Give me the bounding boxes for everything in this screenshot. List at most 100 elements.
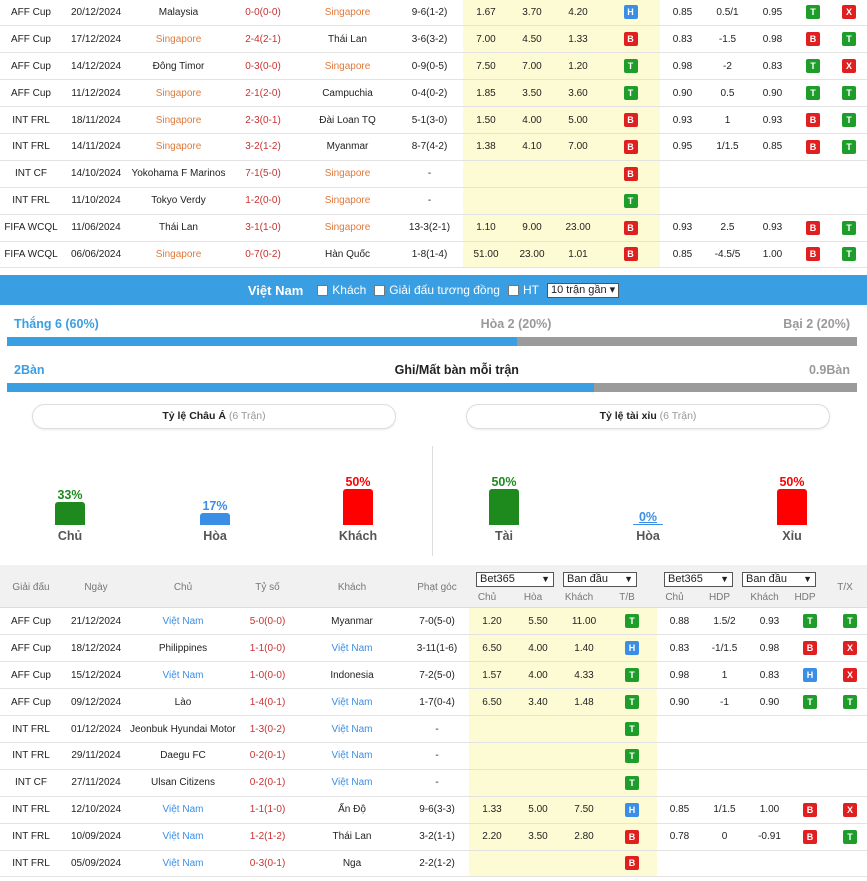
corner-cell: 3-6(3-2)	[396, 25, 463, 54]
ou-result-cell: T	[831, 241, 867, 269]
result-badge: B	[623, 113, 638, 127]
hdp-result-badge: B	[806, 220, 820, 235]
table-row[interactable]: INT FRL 10/09/2024 Việt Nam 1-2(1-2) Thái La…	[0, 823, 867, 851]
ht-checkbox[interactable]	[507, 285, 519, 297]
odds-draw-cell: 4.00	[515, 634, 561, 663]
home-team-cell: Việt Nam	[130, 661, 236, 690]
corner-cell: -	[396, 187, 463, 215]
table-row[interactable]: FIFA WCQL 11/06/2024 Thái Lan 3-1(1-0) Singa…	[0, 214, 867, 242]
away-team-cell: Việt Nam	[299, 742, 405, 770]
table-row[interactable]: AFF Cup 09/12/2024 Lào 1-4(0-1) Việt Nam 1-7(…	[0, 688, 867, 717]
table-row[interactable]: AFF Cup 11/12/2024 Singapore 2-1(2-0) Campuc…	[0, 79, 867, 108]
result-badge: B	[623, 166, 638, 181]
table-row[interactable]: AFF Cup 21/12/2024 Việt Nam 5-0(0-0) Myanmar…	[0, 608, 867, 636]
result-cell: B	[601, 160, 660, 188]
away-filter[interactable]: Khách	[317, 283, 366, 297]
col-odds-away: Khách	[564, 592, 594, 603]
away-team-cell: Hàn Quốc	[299, 241, 396, 269]
table-row[interactable]: INT FRL 14/11/2024 Singapore 3-2(1-2) Myanma…	[0, 133, 867, 161]
same-league-label: Giải đấu tương đồng	[389, 283, 500, 297]
top-table-body: AFF Cup 20/12/2024 Malaysia 0-0(0-0) Singapo…	[0, 0, 867, 269]
odds-away-cell: 7.00	[555, 133, 601, 161]
asian-col-1: 17% Hòa	[185, 499, 245, 543]
away-checkbox[interactable]	[317, 285, 329, 297]
goals-summary: 2Bàn Ghi/Mất bàn mỗi trận 0.9Bàn	[14, 363, 850, 377]
table-row[interactable]: AFF Cup 20/12/2024 Malaysia 0-0(0-0) Singapo…	[0, 0, 867, 27]
odds-type-select-2[interactable]: Ban đầu ▼	[742, 572, 816, 587]
table-row[interactable]: INT CF 14/10/2024 Yokohama F Marinos 7-1(5-…	[0, 160, 867, 188]
table-row[interactable]: FIFA WCQL 06/06/2024 Singapore 0-7(0-2) Hàn …	[0, 241, 867, 269]
away-team-cell: Singapore	[299, 0, 396, 27]
ou-result-badge: T	[842, 247, 856, 262]
result-badge: B	[625, 829, 639, 844]
result-cell: H	[601, 0, 660, 27]
over-under-pill[interactable]: Tỷ lệ tài xỉu (6 Trận)	[466, 404, 830, 429]
corner-cell: -	[405, 769, 469, 797]
table-row[interactable]: INT FRL 05/09/2024 Việt Nam 0-3(0-1) Nga 2-2(…	[0, 850, 867, 878]
loss-stat: Bại 2 (20%)	[783, 317, 850, 331]
home-team-cell: Tokyo Verdy	[130, 187, 227, 215]
table-row[interactable]: INT FRL 11/10/2024 Tokyo Verdy 1-2(0-0) Sing…	[0, 187, 867, 215]
same-league-checkbox[interactable]	[374, 285, 386, 297]
ah-away-cell: 0.93	[747, 608, 792, 636]
recent-select-value: 10 trận gần	[550, 283, 607, 296]
table-row[interactable]: INT FRL 12/10/2024 Việt Nam 1-1(1-0) Ấn Độ 9-…	[0, 796, 867, 824]
odds-type-select-1[interactable]: Ban đầu ▼	[563, 572, 637, 587]
bookmaker-select-2[interactable]: Bet365 ▼	[664, 572, 733, 587]
ou-result-cell: X	[828, 634, 867, 663]
away-team-cell: Đài Loan TQ	[299, 106, 396, 134]
away-team-cell: Thái Lan	[299, 823, 405, 851]
table-row[interactable]: INT FRL 01/12/2024 Jeonbuk Hyundai Motors 1…	[0, 715, 867, 743]
hdp-cell: 1.5/2	[702, 608, 747, 636]
table-row[interactable]: AFF Cup 18/12/2024 Philippines 1-1(0-0) Việt…	[0, 634, 867, 663]
result-cell: H	[607, 796, 657, 824]
home-team-cell: Singapore	[130, 106, 227, 134]
league-cell: INT FRL	[0, 742, 62, 770]
vietnam-matches-table: AFF Cup 21/12/2024 Việt Nam 5-0(0-0) Myanmar…	[0, 608, 867, 878]
recent-matches-select[interactable]: 10 trận gần ▾	[546, 282, 620, 298]
date-cell: 01/12/2024	[62, 715, 130, 743]
ht-filter[interactable]: HT	[507, 283, 539, 297]
date-cell: 14/12/2024	[62, 52, 130, 81]
table-row[interactable]: AFF Cup 17/12/2024 Singapore 2-4(2-1) Thái L…	[0, 25, 867, 54]
asian-handicap-pill[interactable]: Tỷ lệ Châu Á (6 Trận)	[32, 404, 396, 429]
result-badge: T	[625, 614, 639, 629]
ou-result-cell: X	[831, 52, 867, 81]
result-cell: B	[607, 850, 657, 878]
odds-away-cell	[561, 742, 607, 770]
result-cell: T	[607, 661, 657, 690]
table-row[interactable]: INT CF 27/11/2024 Ulsan Citizens 0-2(0-1) Vi…	[0, 769, 867, 797]
odds-draw-cell: 3.50	[509, 79, 555, 108]
away-team-cell: Việt Nam	[299, 769, 405, 797]
table-row[interactable]: INT FRL 18/11/2024 Singapore 2-3(0-1) Đài Lo…	[0, 106, 867, 134]
table-row[interactable]: AFF Cup 15/12/2024 Việt Nam 1-0(0-0) Indones…	[0, 661, 867, 690]
ou-result-cell: T	[831, 79, 867, 108]
ah-away-cell	[750, 187, 795, 215]
league-cell: AFF Cup	[0, 79, 62, 108]
odds-draw-cell: 7.00	[509, 52, 555, 81]
bookmaker-1-value: Bet365	[480, 573, 515, 585]
table-row[interactable]: INT FRL 29/11/2024 Daegu FC 0-2(0-1) Việt Na…	[0, 742, 867, 770]
ah-home-cell	[660, 187, 705, 215]
result-cell: B	[601, 133, 660, 161]
result-cell: B	[601, 241, 660, 269]
odds-home-cell: 1.10	[463, 214, 509, 242]
bookmaker-select-1[interactable]: Bet365 ▼	[476, 572, 554, 587]
corner-cell: 9-6(1-2)	[396, 0, 463, 27]
odds-away-cell: 5.00	[555, 106, 601, 134]
ah-home-cell: 0.90	[660, 79, 705, 108]
ah-away-cell	[747, 715, 792, 743]
hdp-result-badge: T	[803, 614, 817, 629]
table-row[interactable]: AFF Cup 14/12/2024 Đông Timor 0-3(0-0) Singa…	[0, 52, 867, 81]
col-hdp-result: HDP	[794, 592, 816, 603]
ou-result-badge: T	[842, 32, 856, 47]
hdp-result-cell: B	[795, 241, 831, 269]
hdp-result-cell: B	[795, 106, 831, 134]
ou-result-cell	[828, 769, 867, 797]
ah-home-cell	[657, 715, 702, 743]
same-league-filter[interactable]: Giải đấu tương đồng	[374, 283, 500, 297]
ah-home-cell: 0.85	[657, 796, 702, 824]
home-team-cell: Jeonbuk Hyundai Motors	[130, 715, 236, 743]
result-badge: T	[625, 775, 639, 790]
league-cell: AFF Cup	[0, 661, 62, 690]
